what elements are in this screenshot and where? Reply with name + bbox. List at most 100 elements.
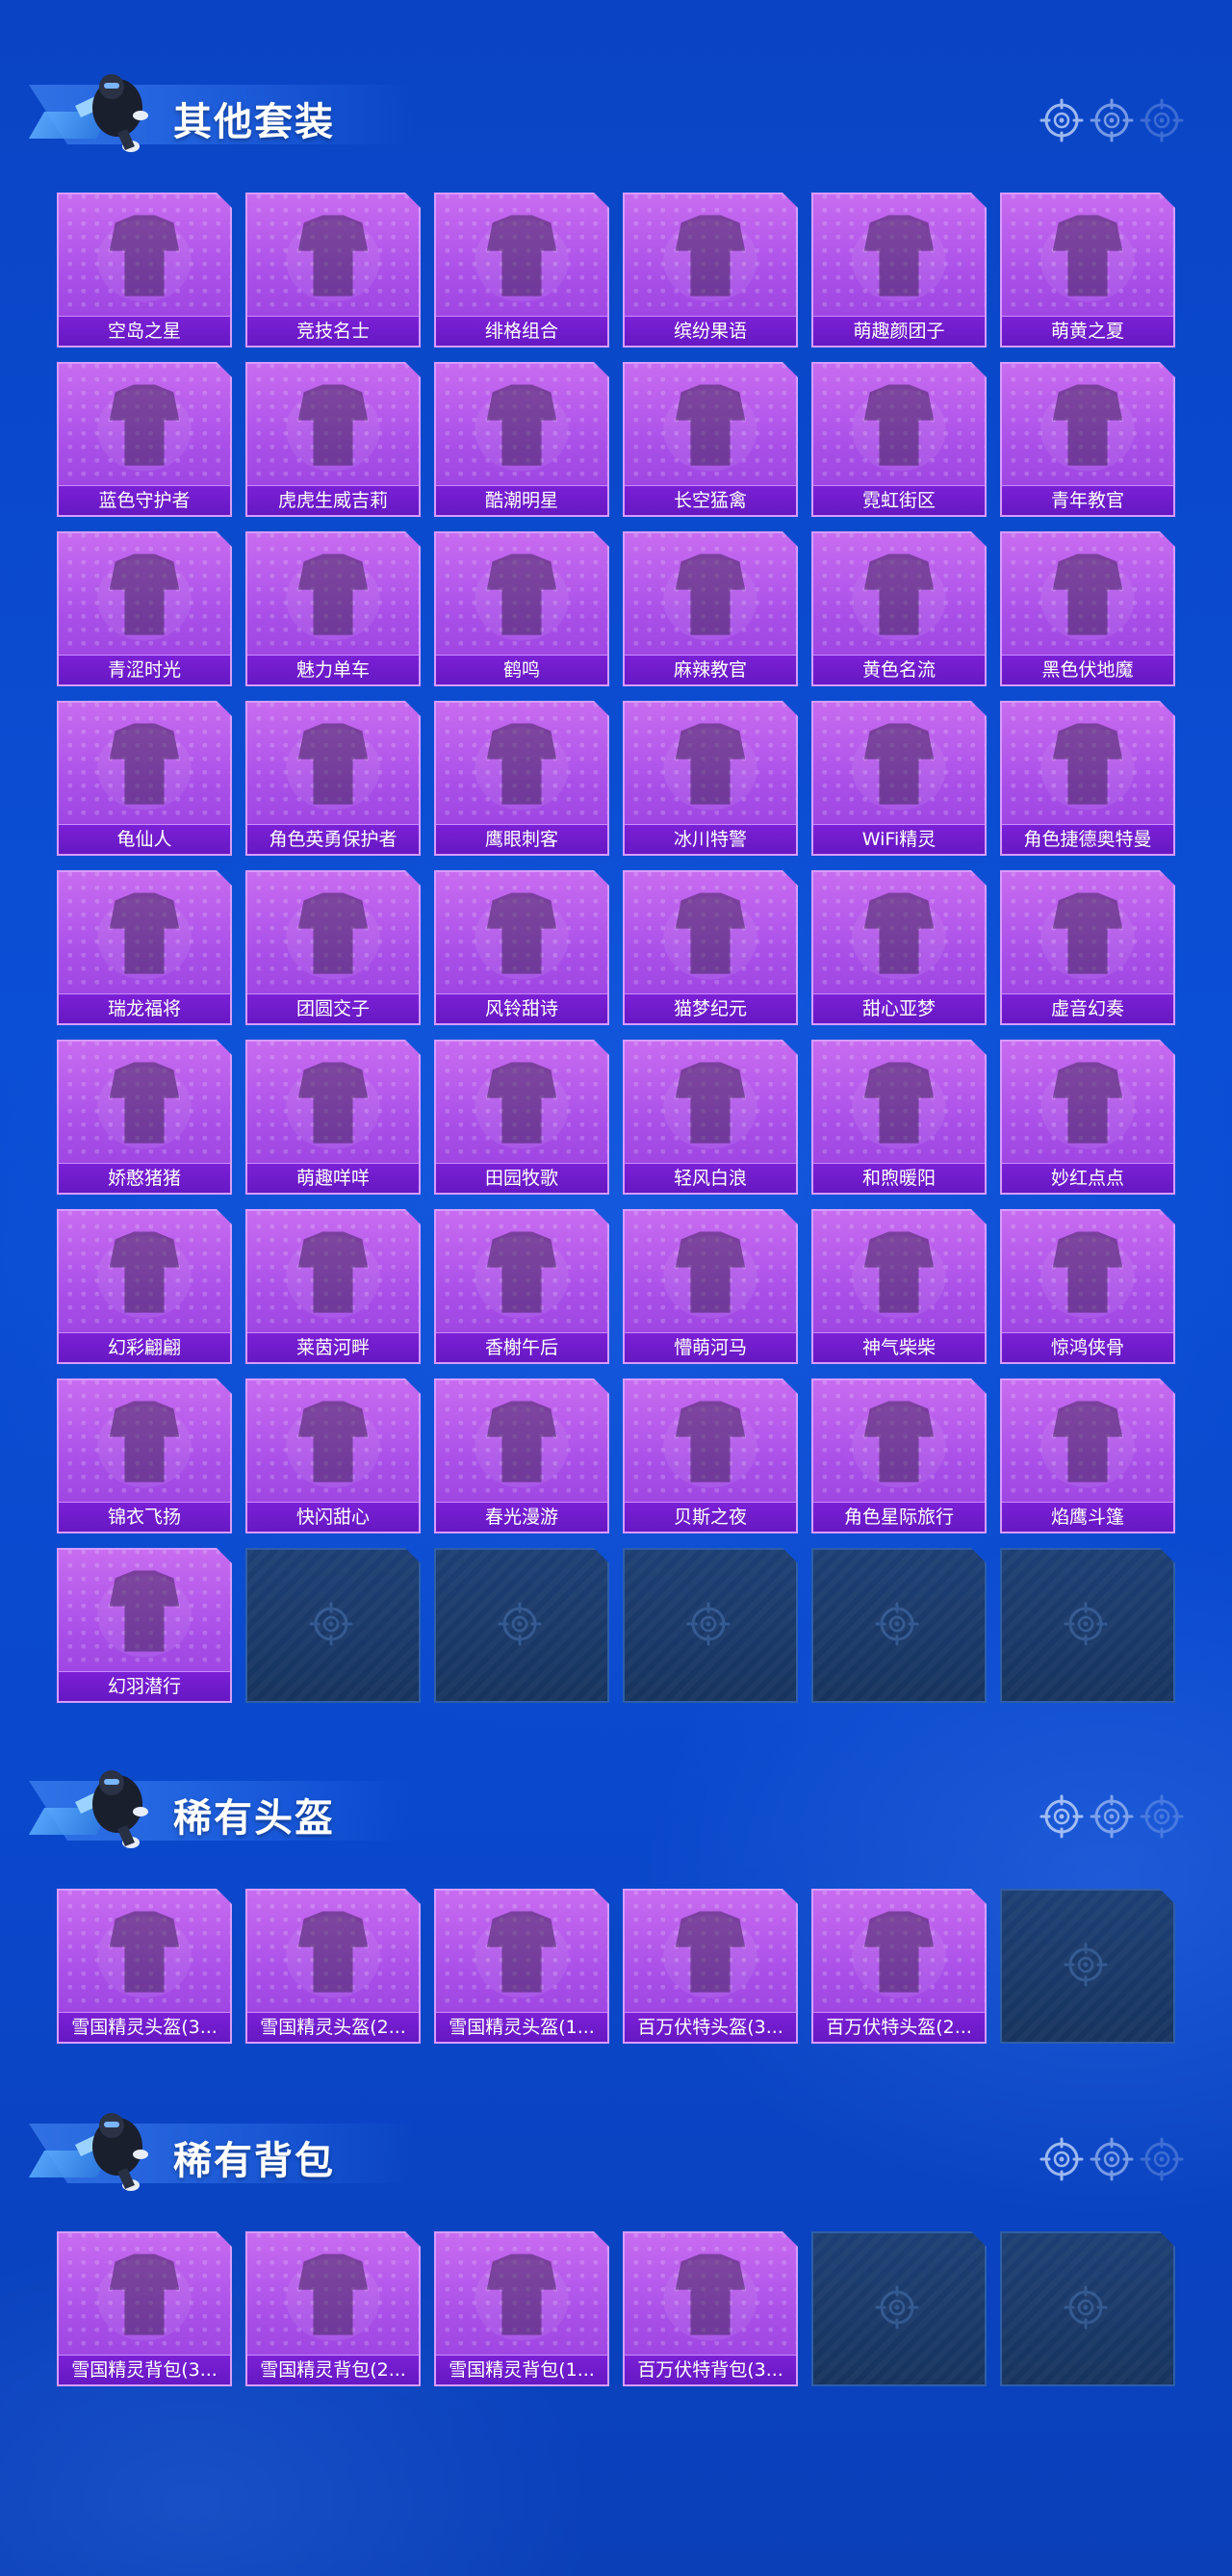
item-card[interactable]: 焰鹰斗篷 [1000, 1378, 1175, 1533]
item-card[interactable]: 鹤鸣 [434, 531, 609, 686]
item-label: 绯格组合 [436, 316, 607, 346]
item-card[interactable]: WiFi精灵 [811, 701, 987, 856]
item-card[interactable]: 百万伏特头盔(2... [811, 1889, 987, 2044]
item-card[interactable]: 幻羽潜行 [57, 1548, 232, 1703]
item-card[interactable]: 雪国精灵头盔(2... [245, 1889, 421, 2044]
item-label: 长空猛禽 [625, 485, 796, 515]
item-card[interactable]: 麻辣教官 [623, 531, 798, 686]
item-card[interactable]: 雪国精灵背包(2... [245, 2231, 421, 2386]
item-image [247, 364, 419, 490]
item-card[interactable]: 雪国精灵背包(3... [57, 2231, 232, 2386]
item-label: 焰鹰斗篷 [1002, 1502, 1173, 1532]
item-label: 和煦暖阳 [813, 1163, 985, 1193]
item-card[interactable]: 娇憨猪猪 [57, 1040, 232, 1195]
item-card[interactable]: 青年教官 [1000, 362, 1175, 517]
item-card[interactable]: 神气柴柴 [811, 1209, 987, 1364]
item-card[interactable]: 和煦暖阳 [811, 1040, 987, 1195]
item-image [247, 703, 419, 829]
item-card[interactable]: 萌黄之夏 [1000, 193, 1175, 348]
item-card[interactable]: 虚音幻奏 [1000, 870, 1175, 1025]
item-card[interactable]: 幻彩翩翩 [57, 1209, 232, 1364]
empty-slot [623, 1548, 798, 1703]
header-target-icons [1040, 1794, 1184, 1839]
item-card[interactable]: 春光漫游 [434, 1378, 609, 1533]
item-card[interactable]: 团圆交子 [245, 870, 421, 1025]
item-image [59, 872, 230, 998]
item-card[interactable]: 角色星际旅行 [811, 1378, 987, 1533]
item-card[interactable]: 惊鸿侠骨 [1000, 1209, 1175, 1364]
item-card[interactable]: 妙红点点 [1000, 1040, 1175, 1195]
item-image [625, 533, 796, 659]
item-label: 萌趣颜团子 [813, 316, 985, 346]
item-card[interactable]: 萌趣颜团子 [811, 193, 987, 348]
item-image [813, 1042, 985, 1168]
item-image [436, 194, 607, 321]
item-card[interactable]: 萌趣咩咩 [245, 1040, 421, 1195]
item-card[interactable]: 贝斯之夜 [623, 1378, 798, 1533]
item-card[interactable]: 虎虎生威吉莉 [245, 362, 421, 517]
item-image [59, 1550, 230, 1676]
crosshair-icon [1040, 2137, 1084, 2181]
item-card[interactable]: 瑞龙福将 [57, 870, 232, 1025]
item-card[interactable]: 蓝色守护者 [57, 362, 232, 517]
item-label: 黄色名流 [813, 655, 985, 684]
item-card[interactable]: 猫梦纪元 [623, 870, 798, 1025]
item-label: 莱茵河畔 [247, 1332, 419, 1362]
item-image [625, 1891, 796, 2017]
item-card[interactable]: 绯格组合 [434, 193, 609, 348]
crosshair-icon [1090, 98, 1134, 142]
item-card[interactable]: 雪国精灵背包(1... [434, 2231, 609, 2386]
item-card[interactable]: 百万伏特头盔(3... [623, 1889, 798, 2044]
item-label: 龟仙人 [59, 824, 230, 854]
item-card[interactable]: 香榭午后 [434, 1209, 609, 1364]
item-image [59, 364, 230, 490]
item-card[interactable]: 霓虹街区 [811, 362, 987, 517]
item-card[interactable]: 风铃甜诗 [434, 870, 609, 1025]
crosshair-icon [1040, 98, 1084, 142]
item-label: 香榭午后 [436, 1332, 607, 1362]
crosshair-icon [686, 1602, 738, 1654]
mascot-icon [58, 58, 173, 164]
item-card[interactable]: 雪国精灵头盔(1... [434, 1889, 609, 2044]
item-card[interactable]: 角色英勇保护者 [245, 701, 421, 856]
item-card[interactable]: 甜心亚梦 [811, 870, 987, 1025]
item-label: 雪国精灵背包(2... [247, 2355, 419, 2384]
section-header: 稀有头盔 [28, 1754, 1203, 1860]
item-label: 雪国精灵背包(1... [436, 2355, 607, 2384]
item-card[interactable]: 莱茵河畔 [245, 1209, 421, 1364]
item-card[interactable]: 空岛之星 [57, 193, 232, 348]
item-image [813, 872, 985, 998]
item-card[interactable]: 懵萌河马 [623, 1209, 798, 1364]
item-label: 风铃甜诗 [436, 993, 607, 1023]
item-image [1002, 872, 1173, 998]
item-card[interactable]: 冰川特警 [623, 701, 798, 856]
crosshair-icon [1090, 2137, 1134, 2181]
item-image [625, 703, 796, 829]
item-card[interactable]: 快闪甜心 [245, 1378, 421, 1533]
item-image [1002, 1042, 1173, 1168]
item-image [813, 533, 985, 659]
item-label: 贝斯之夜 [625, 1502, 796, 1532]
item-card[interactable]: 鹰眼刺客 [434, 701, 609, 856]
item-label: 幻羽潜行 [59, 1671, 230, 1701]
item-label: 萌黄之夏 [1002, 316, 1173, 346]
item-card[interactable]: 魅力单车 [245, 531, 421, 686]
item-card[interactable]: 长空猛禽 [623, 362, 798, 517]
item-image [247, 2233, 419, 2359]
item-card[interactable]: 青涩时光 [57, 531, 232, 686]
item-card[interactable]: 百万伏特背包(3... [623, 2231, 798, 2386]
item-card[interactable]: 竞技名士 [245, 193, 421, 348]
item-card[interactable]: 龟仙人 [57, 701, 232, 856]
item-card[interactable]: 角色捷德奥特曼 [1000, 701, 1175, 856]
crosshair-icon [309, 1602, 361, 1654]
item-image [436, 703, 607, 829]
item-label: 百万伏特头盔(3... [625, 2012, 796, 2042]
item-card[interactable]: 田园牧歌 [434, 1040, 609, 1195]
item-card[interactable]: 锦衣飞扬 [57, 1378, 232, 1533]
item-card[interactable]: 轻风白浪 [623, 1040, 798, 1195]
item-card[interactable]: 酷潮明星 [434, 362, 609, 517]
item-card[interactable]: 缤纷果语 [623, 193, 798, 348]
item-card[interactable]: 黄色名流 [811, 531, 987, 686]
item-card[interactable]: 雪国精灵头盔(3... [57, 1889, 232, 2044]
item-card[interactable]: 黑色伏地魔 [1000, 531, 1175, 686]
